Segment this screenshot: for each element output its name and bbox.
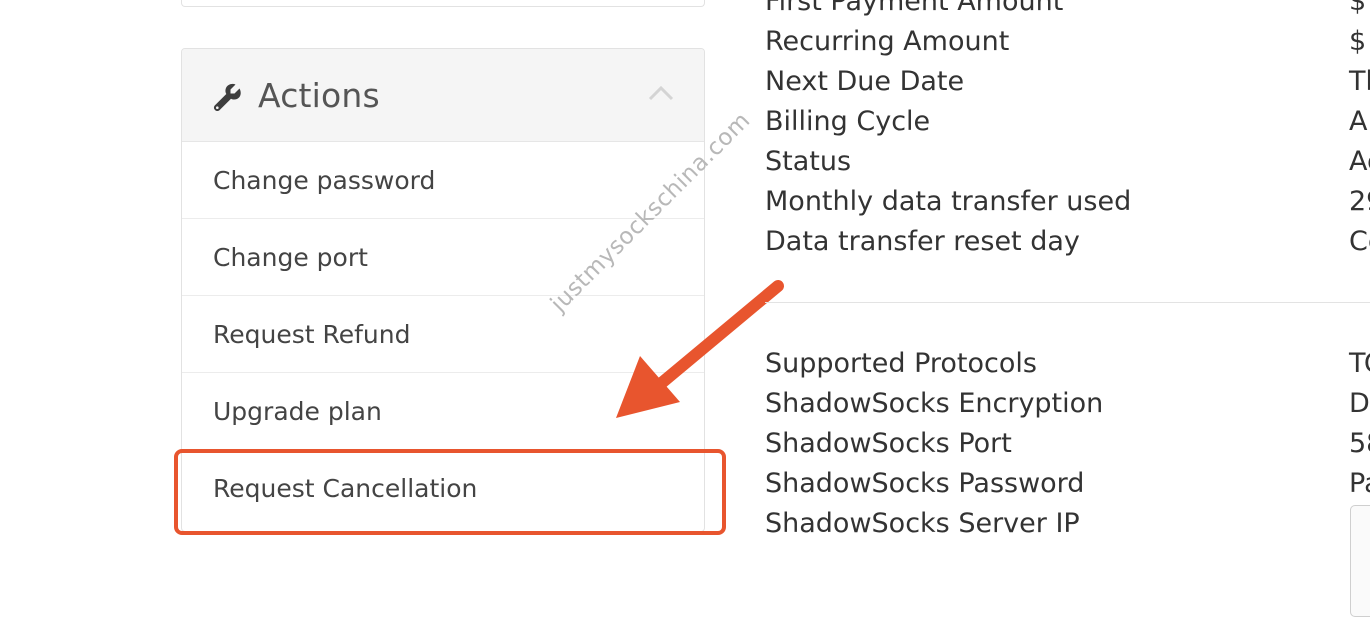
request-cancellation-link[interactable]: Request Cancellation (182, 450, 704, 527)
port-value: 58 (1349, 428, 1370, 459)
encryption-value: D (1349, 388, 1370, 419)
billing-cycle-value: A (1349, 106, 1368, 137)
detail-row: ShadowSocks Password Pa (765, 464, 1370, 504)
recurring-amount-value: $ (1349, 26, 1367, 57)
status-value: Ac (1349, 146, 1370, 177)
recurring-amount-label: Recurring Amount (765, 26, 1010, 57)
detail-row: Status Ac (765, 142, 1370, 182)
password-value: Pa (1349, 468, 1370, 499)
first-payment-value: $ (1349, 0, 1367, 17)
status-label: Status (765, 146, 852, 177)
detail-row: Billing Cycle A (765, 102, 1370, 142)
next-due-date-value: Th (1349, 66, 1370, 97)
encryption-label: ShadowSocks Encryption (765, 388, 1104, 419)
server-ip-label: ShadowSocks Server IP (765, 508, 1080, 539)
actions-title: Actions (258, 76, 380, 115)
server-ip-field[interactable] (1350, 505, 1370, 617)
reset-day-label: Data transfer reset day (765, 226, 1080, 257)
protocols-value: TC (1349, 348, 1370, 379)
detail-row: Next Due Date Th (765, 62, 1370, 102)
protocols-label: Supported Protocols (765, 348, 1037, 379)
detail-row: ShadowSocks Encryption D (765, 384, 1370, 424)
monthly-transfer-label: Monthly data transfer used (765, 186, 1132, 217)
change-password-link[interactable]: Change password (182, 142, 704, 219)
server-details: Supported Protocols TC ShadowSocks Encry… (765, 344, 1370, 544)
detail-row: First Payment Amount $ (765, 0, 1370, 22)
password-label: ShadowSocks Password (765, 468, 1085, 499)
next-due-date-label: Next Due Date (765, 66, 965, 97)
port-label: ShadowSocks Port (765, 428, 1012, 459)
wrench-icon (213, 83, 241, 112)
section-divider (765, 302, 1370, 303)
chevron-up-icon[interactable] (648, 85, 674, 101)
detail-row: Supported Protocols TC (765, 344, 1370, 384)
detail-row: ShadowSocks Port 58 (765, 424, 1370, 464)
reset-day-value: Ce (1349, 226, 1370, 257)
detail-row: ShadowSocks Server IP (765, 504, 1370, 544)
monthly-transfer-value: 29 (1349, 186, 1370, 217)
detail-row: Data transfer reset day Ce (765, 222, 1370, 262)
detail-row: Monthly data transfer used 29 (765, 182, 1370, 222)
detail-row: Recurring Amount $ (765, 22, 1370, 62)
actions-panel-header[interactable]: Actions (182, 49, 704, 142)
billing-cycle-label: Billing Cycle (765, 106, 931, 137)
previous-panel-bottom (181, 0, 705, 7)
billing-details: First Payment Amount $ Recurring Amount … (765, 0, 1370, 262)
first-payment-label: First Payment Amount (765, 0, 1064, 17)
